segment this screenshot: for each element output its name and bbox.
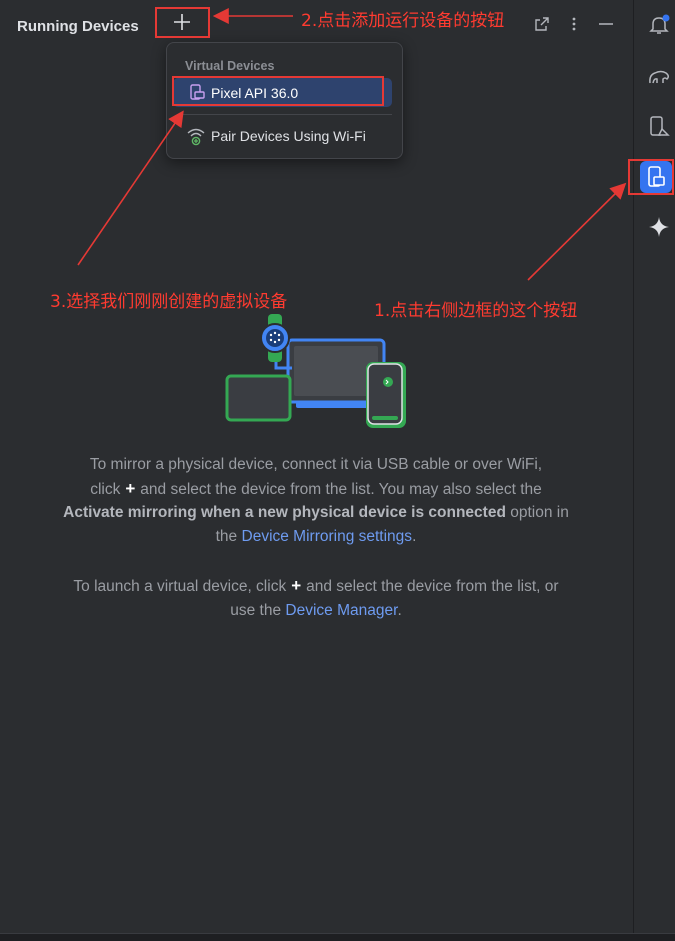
- annotation-step3: 3.选择我们刚刚创建的虚拟设备: [50, 292, 288, 312]
- launch-instructions: To launch a virtual device, click + and se…: [60, 574, 572, 622]
- device-manager-button[interactable]: [646, 114, 672, 140]
- annotation-box-running-devices: [628, 159, 674, 195]
- inline-plus-icon: +: [291, 576, 302, 595]
- running-devices-panel: Running Devices Virtual Devices Pixel AP…: [0, 0, 633, 940]
- mirror-text-part: and select the device from the list. You…: [140, 480, 542, 498]
- right-tool-window-bar: [633, 0, 675, 940]
- inline-plus-icon: +: [125, 478, 136, 498]
- notifications-icon: [649, 14, 670, 34]
- notifications-button[interactable]: [646, 12, 672, 38]
- annotation-step2: 2.点击添加运行设备的按钮: [301, 11, 505, 31]
- devices-illustration: [225, 314, 406, 428]
- gemini-button[interactable]: [646, 214, 672, 240]
- gemini-sparkle-icon: [649, 217, 669, 237]
- device-mirroring-settings-link[interactable]: Device Mirroring settings: [242, 528, 413, 545]
- launch-text-part: To launch a virtual device, click: [73, 578, 287, 595]
- device-manager-icon: [650, 116, 670, 136]
- mirror-instructions: To mirror a physical device, connect it …: [60, 453, 572, 548]
- mirror-text-bold: Activate mirroring when a new physical d…: [63, 504, 506, 521]
- gradle-button[interactable]: [646, 64, 672, 90]
- device-manager-link[interactable]: Device Manager: [285, 602, 397, 619]
- mirror-text-part: .: [412, 527, 417, 545]
- launch-text-part: .: [397, 601, 402, 619]
- gradle-elephant-icon: [649, 70, 670, 84]
